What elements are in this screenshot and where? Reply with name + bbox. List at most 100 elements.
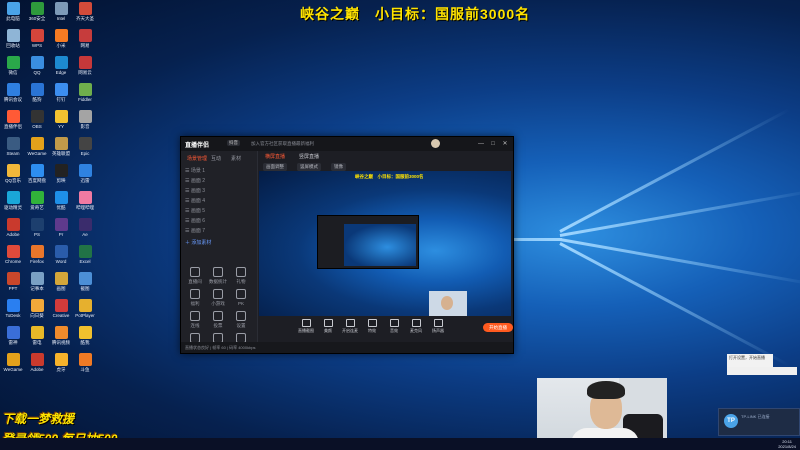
bottom-tool-button[interactable]: 音效 bbox=[383, 319, 405, 334]
desktop-icon[interactable]: 雷神 bbox=[1, 326, 25, 345]
mirror-button[interactable]: 镜像 bbox=[331, 163, 346, 171]
desktop-icon[interactable]: 迅雷 bbox=[73, 164, 97, 183]
desktop-icon[interactable]: 直播伴侣 bbox=[1, 110, 25, 129]
desktop-icon[interactable]: Word bbox=[49, 245, 73, 264]
desktop-icon[interactable]: 回收站 bbox=[1, 29, 25, 48]
desktop-icon[interactable]: 百度网盘 bbox=[25, 164, 49, 183]
desktop-icon[interactable]: 网易 bbox=[73, 29, 97, 48]
bottom-tool-button[interactable]: 扬声器 bbox=[427, 319, 449, 334]
tab-scenes[interactable]: 场景管理 bbox=[187, 155, 207, 162]
desktop-icon[interactable]: 360安全 bbox=[25, 2, 49, 21]
tab-material[interactable]: 素材 bbox=[231, 155, 241, 162]
adjust-button[interactable]: 画面调整 bbox=[263, 163, 287, 171]
bottom-tool-button[interactable]: 美颜 bbox=[317, 319, 339, 334]
desktop-icon[interactable]: QQ音乐 bbox=[1, 164, 25, 183]
desktop-icon[interactable]: 优酷 bbox=[49, 191, 73, 210]
desktop-icon[interactable]: Chrome bbox=[1, 245, 25, 264]
feature-button[interactable]: 投票 bbox=[208, 311, 228, 329]
desktop-icon[interactable]: 向日葵 bbox=[25, 299, 49, 318]
feature-button[interactable]: 福利 bbox=[185, 289, 205, 307]
feature-button[interactable]: 直播间 bbox=[185, 267, 205, 285]
desktop-icon[interactable]: Creative bbox=[49, 299, 73, 318]
tab-portrait[interactable]: 竖屏直播 bbox=[299, 153, 319, 160]
desktop-icon[interactable]: Epic bbox=[73, 137, 97, 156]
stream-preview[interactable]: 峡谷之巅 小目标：国服前3000名 bbox=[259, 171, 511, 316]
desktop-icon[interactable]: 影音 bbox=[73, 110, 97, 129]
user-avatar[interactable] bbox=[431, 139, 440, 148]
desktop-icon[interactable]: WeGame bbox=[25, 137, 49, 156]
desktop-icon[interactable]: Ae bbox=[73, 218, 97, 237]
desktop-icon[interactable]: 截图 bbox=[73, 272, 97, 291]
bottom-tool-button[interactable]: 特效 bbox=[361, 319, 383, 334]
tray-icons[interactable] bbox=[727, 367, 797, 375]
desktop-icon[interactable]: 剪映 bbox=[49, 164, 73, 183]
desktop-icon[interactable]: 齐天大圣 bbox=[73, 2, 97, 21]
desktop-icon[interactable]: Adobe bbox=[1, 218, 25, 237]
close-button[interactable]: ✕ bbox=[501, 140, 509, 148]
version-badge[interactable]: 抖音 bbox=[227, 140, 240, 146]
bottom-tool-button[interactable]: 开启连麦 bbox=[339, 319, 361, 334]
add-material-button[interactable]: ＋ 添加素材 bbox=[185, 239, 253, 247]
desktop-icon[interactable]: 钉钉 bbox=[49, 83, 73, 102]
scene-row[interactable]: ☰ 画面 7 bbox=[185, 227, 253, 235]
feature-button[interactable]: 数据统计 bbox=[208, 267, 228, 285]
scene-row[interactable]: ☰ 画面 4 bbox=[185, 197, 253, 205]
scene-row[interactable]: ☰ 画面 5 bbox=[185, 207, 253, 215]
desktop-icon[interactable]: 记事本 bbox=[25, 272, 49, 291]
scene-row[interactable]: ☰ 画面 3 bbox=[185, 187, 253, 195]
clock[interactable]: 20:11 2021/8/24 bbox=[778, 439, 796, 449]
desktop-icon[interactable]: 腾讯视频 bbox=[49, 326, 73, 345]
desktop-icon[interactable]: 爱奇艺 bbox=[25, 191, 49, 210]
scene-row[interactable]: ☰ 画面 2 bbox=[185, 177, 253, 185]
network-toast[interactable]: TP TP-LINK 已连接 bbox=[718, 408, 800, 436]
desktop-icon[interactable]: WeGame bbox=[1, 353, 25, 372]
bottom-tool-button[interactable]: 麦克风 bbox=[405, 319, 427, 334]
feature-button[interactable]: 连线 bbox=[185, 311, 205, 329]
desktop-icon[interactable]: Excel bbox=[73, 245, 97, 264]
desktop-icon[interactable]: 虎牙 bbox=[49, 353, 73, 372]
desktop-icon[interactable]: 网易云 bbox=[73, 56, 97, 75]
desktop-icon[interactable]: ToDesk bbox=[1, 299, 25, 318]
desktop-icon[interactable]: 腾讯会议 bbox=[1, 83, 25, 102]
scene-row[interactable]: ☰ 场景 1 bbox=[185, 167, 253, 175]
desktop-icon[interactable]: PotPlayer bbox=[73, 299, 97, 318]
start-live-button[interactable]: 开始直播 bbox=[483, 323, 513, 332]
desktop-icon[interactable]: Steam bbox=[1, 137, 25, 156]
scene-row[interactable]: ☰ 画面 6 bbox=[185, 217, 253, 225]
desktop-icon[interactable]: Intel bbox=[49, 2, 73, 21]
desktop-icon[interactable]: PS bbox=[25, 218, 49, 237]
desktop-icon[interactable]: 哔哩哔哩 bbox=[73, 191, 97, 210]
desktop-icon[interactable]: 雷电 bbox=[25, 326, 49, 345]
desktop-icon[interactable]: WPS bbox=[25, 29, 49, 48]
bottom-tool-button[interactable]: 直播截图 bbox=[295, 319, 317, 334]
minimize-button[interactable]: — bbox=[477, 140, 485, 148]
desktop-icon[interactable]: PPT bbox=[1, 272, 25, 291]
desktop-icon[interactable]: Pr bbox=[49, 218, 73, 237]
desktop-icon[interactable]: 小米 bbox=[49, 29, 73, 48]
feature-button[interactable]: 小游戏 bbox=[208, 289, 228, 307]
desktop-icon[interactable]: 微信 bbox=[1, 56, 25, 75]
desktop-icon[interactable]: 英雄联盟 bbox=[49, 137, 73, 156]
desktop-icon[interactable]: 此电脑 bbox=[1, 2, 25, 21]
tab-landscape[interactable]: 横屏直播 bbox=[265, 153, 285, 160]
desktop-icon[interactable]: OBS bbox=[25, 110, 49, 129]
desktop-icon[interactable]: 斗鱼 bbox=[73, 353, 97, 372]
notice-text[interactable]: 加入官方社区获取直播最新福利 bbox=[251, 141, 314, 147]
portrait-mode-button[interactable]: 竖屏模式 bbox=[297, 163, 321, 171]
desktop-icon[interactable]: Edge bbox=[49, 56, 73, 75]
window-titlebar[interactable]: 直播伴侣 抖音 加入官方社区获取直播最新福利 — □ ✕ bbox=[181, 137, 513, 151]
tab-interact[interactable]: 互动 bbox=[211, 155, 221, 162]
desktop-icon[interactable]: 驱动精灵 bbox=[1, 191, 25, 210]
feature-button[interactable]: 设置 bbox=[231, 311, 251, 329]
desktop-icon[interactable]: 画图 bbox=[49, 272, 73, 291]
feature-button[interactable]: PK bbox=[231, 289, 251, 306]
tray-popup[interactable]: 打开设置，开始直播 bbox=[727, 354, 773, 368]
maximize-button[interactable]: □ bbox=[489, 140, 497, 148]
desktop-icon[interactable]: YY bbox=[49, 110, 73, 129]
feature-button[interactable]: 礼物 bbox=[231, 267, 251, 285]
desktop-icon[interactable]: 酷我 bbox=[73, 326, 97, 345]
desktop-icon[interactable]: Firefox bbox=[25, 245, 49, 264]
desktop-icon[interactable]: Fiddler bbox=[73, 83, 97, 102]
desktop-icon[interactable]: QQ bbox=[25, 56, 49, 75]
desktop-icon[interactable]: Adobe bbox=[25, 353, 49, 372]
